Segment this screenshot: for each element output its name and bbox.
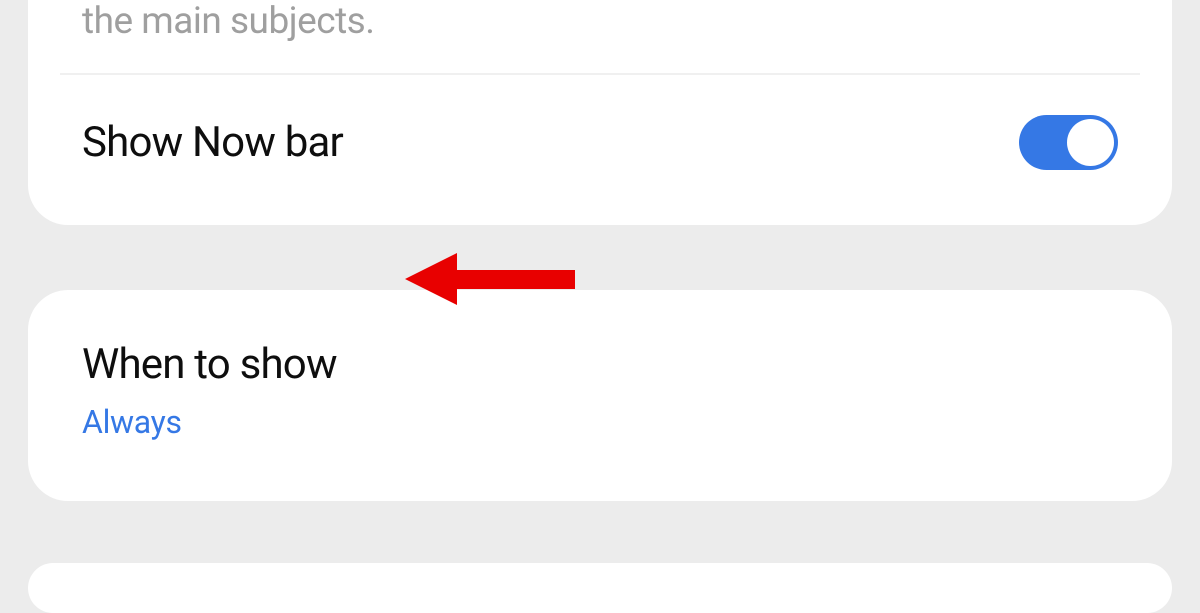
cutoff-description-text: the main subjects. (28, 0, 1172, 73)
when-to-show-title: When to show (82, 340, 1118, 389)
toggle-knob (1067, 119, 1114, 166)
show-now-bar-label: Show Now bar (82, 118, 343, 167)
when-to-show-card[interactable]: When to show Always (28, 290, 1172, 501)
settings-card-bottom (28, 563, 1172, 613)
show-now-bar-row[interactable]: Show Now bar (28, 75, 1172, 170)
when-to-show-value: Always (82, 403, 1118, 441)
settings-card-top: the main subjects. Show Now bar (28, 0, 1172, 225)
show-now-bar-toggle[interactable] (1019, 115, 1118, 170)
